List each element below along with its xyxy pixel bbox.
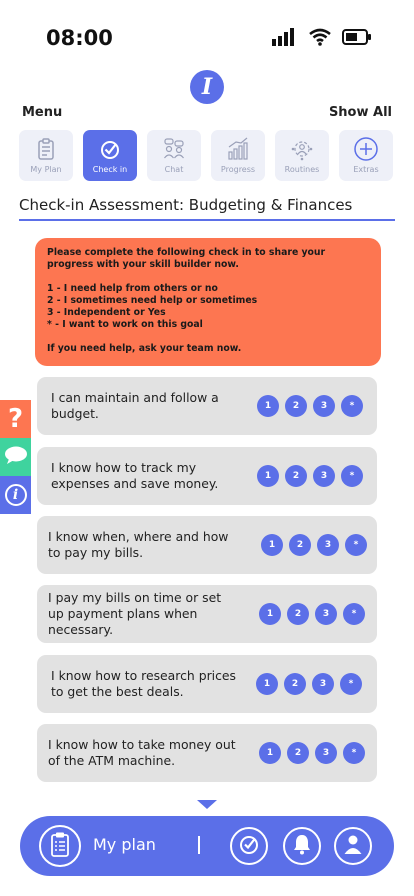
rating-options: 1 2 3 * [261,534,367,556]
tab-label: Extras [353,165,379,174]
clipboard-icon [33,136,59,162]
question-text: I know how to research prices to get the… [51,668,236,699]
nav-divider [198,836,200,854]
rating-2-button[interactable]: 2 [287,742,309,764]
routines-icon [289,136,315,162]
rating-2-button[interactable]: 2 [289,534,311,556]
info-glyph: i [12,487,19,503]
info-icon: i [4,484,27,506]
chat-bubble-icon [4,445,28,469]
tab-routines[interactable]: Routines [275,130,329,181]
status-time: 08:00 [46,26,113,50]
app-logo: I [190,70,224,104]
rating-goal-button[interactable]: * [341,395,363,417]
question-text: I can maintain and follow a budget. [51,390,219,421]
signal-icon [272,28,298,50]
instructions-intro: Please complete the following check in t… [47,247,326,270]
scale-item: * - I want to work on this goal [47,319,203,330]
tab-check-in[interactable]: Check in [83,130,137,181]
rating-3-button[interactable]: 3 [313,395,335,417]
user-icon [343,833,363,859]
rating-1-button[interactable]: 1 [257,395,279,417]
status-icons [272,28,372,50]
rating-1-button[interactable]: 1 [256,673,278,695]
question-card: I pay my bills on time or set up payment… [37,585,377,643]
title-underline [19,219,395,221]
tab-label: Progress [220,165,256,174]
rating-goal-button[interactable]: * [345,534,367,556]
rating-options: 1 2 3 * [259,603,365,625]
scroll-down-arrow-icon[interactable] [197,800,217,809]
clipboard-icon [50,831,70,861]
bottom-nav: My plan [20,816,394,876]
question-card: I know how to take money out of the ATM … [37,724,377,782]
status-bar: 08:00 [0,0,414,70]
rating-goal-button[interactable]: * [343,742,365,764]
tab-label: My Plan [30,165,62,174]
rating-1-button[interactable]: 1 [261,534,283,556]
rating-goal-button[interactable]: * [343,603,365,625]
tab-chat[interactable]: Chat [147,130,201,181]
wifi-icon [308,28,332,50]
question-text: I pay my bills on time or set up payment… [48,590,222,637]
question-icon: ? [7,404,24,434]
show-all-link[interactable]: Show All [329,105,392,120]
scale-item: 2 - I sometimes need help or sometimes [47,295,258,306]
rating-options: 1 2 3 * [259,742,365,764]
question-card: I know how to research prices to get the… [37,655,377,713]
notifications-button[interactable] [283,827,321,865]
rating-2-button[interactable]: 2 [287,603,309,625]
rating-goal-button[interactable]: * [341,465,363,487]
profile-button[interactable] [334,827,372,865]
instructions-box: Please complete the following check in t… [35,238,381,366]
rating-2-button[interactable]: 2 [285,395,307,417]
tab-progress[interactable]: Progress [211,130,265,181]
tab-my-plan[interactable]: My Plan [19,130,73,181]
question-text: I know how to track my expenses and save… [51,460,219,491]
rating-3-button[interactable]: 3 [315,603,337,625]
battery-icon [342,29,372,49]
page-title: Check-in Assessment: Budgeting & Finance… [19,196,353,214]
rating-3-button[interactable]: 3 [313,465,335,487]
scale-item: 3 - Independent or Yes [47,307,166,318]
scale-item: 1 - I need help from others or no [47,283,218,294]
rating-2-button[interactable]: 2 [285,465,307,487]
question-card: I know when, where and how to pay my bil… [37,516,377,574]
tab-label: Check in [92,165,128,174]
bell-icon [292,833,312,859]
rating-1-button[interactable]: 1 [259,742,281,764]
chat-tab[interactable] [0,438,31,476]
plus-circle-icon [353,136,379,162]
menu-label: Menu [22,105,63,120]
my-plan-label[interactable]: My plan [93,835,156,854]
question-text: I know when, where and how to pay my bil… [48,529,229,560]
progress-chart-icon [225,136,251,162]
rating-1-button[interactable]: 1 [259,603,281,625]
rating-options: 1 2 3 * [257,395,363,417]
rating-goal-button[interactable]: * [340,673,362,695]
question-card: I know how to track my expenses and save… [37,447,377,505]
rating-3-button[interactable]: 3 [315,742,337,764]
question-text: I know how to take money out of the ATM … [48,737,236,768]
chat-people-icon [161,136,187,162]
tab-extras[interactable]: Extras [339,130,393,181]
rating-2-button[interactable]: 2 [284,673,306,695]
check-circle-icon [237,832,261,860]
check-circle-icon [97,136,123,162]
my-plan-button[interactable] [39,825,81,867]
tab-label: Routines [284,165,320,174]
check-in-nav-button[interactable] [230,827,268,865]
tab-label: Chat [164,165,184,174]
rating-3-button[interactable]: 3 [312,673,334,695]
menu-tabs: My Plan Check in Chat Progress Routines … [19,130,393,181]
side-tabs: ? i [0,400,31,514]
rating-options: 1 2 3 * [256,673,362,695]
question-card: I can maintain and follow a budget. 1 2 … [37,377,377,435]
info-tab[interactable]: i [0,476,31,514]
rating-3-button[interactable]: 3 [317,534,339,556]
help-tab[interactable]: ? [0,400,31,438]
rating-options: 1 2 3 * [257,465,363,487]
help-text: If you need help, ask your team now. [47,343,242,354]
rating-1-button[interactable]: 1 [257,465,279,487]
